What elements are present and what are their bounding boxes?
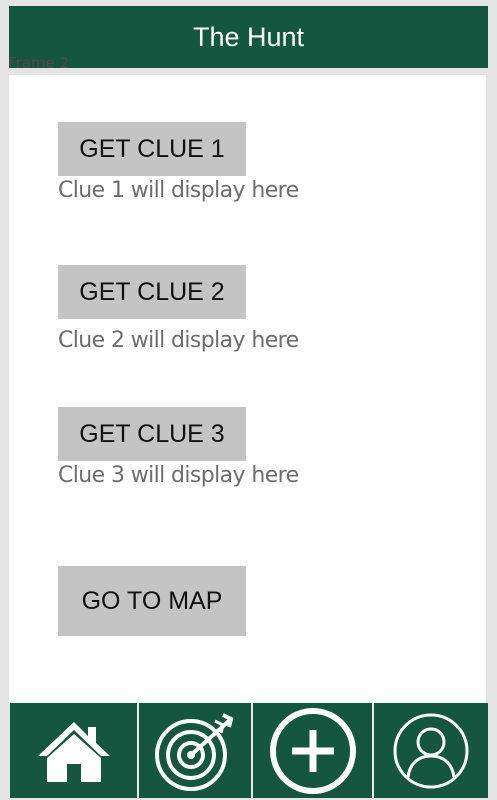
nav-target[interactable] [139,703,253,798]
add-icon [269,707,356,794]
get-clue-3-button[interactable]: GET CLUE 3 [58,407,246,461]
go-to-map-button[interactable]: GO TO MAP [58,566,246,636]
app-header: The Hunt [9,6,488,68]
nav-home[interactable] [10,703,139,798]
nav-profile[interactable] [374,703,488,798]
clue-2-text: Clue 2 will display here [58,328,299,353]
main-content: GET CLUE 1 Clue 1 will display here GET … [9,75,486,703]
frame-label: Frame 2 [8,54,70,72]
clue-3-text: Clue 3 will display here [58,463,299,488]
profile-icon [393,713,469,788]
page-title: The Hunt [192,21,305,52]
clue-1-text: Clue 1 will display here [58,178,299,203]
get-clue-2-button[interactable]: GET CLUE 2 [58,265,246,319]
nav-add[interactable] [253,703,374,798]
target-icon [155,712,234,791]
get-clue-1-button[interactable]: GET CLUE 1 [58,122,246,176]
bottom-nav [10,703,488,798]
home-icon [37,721,110,782]
